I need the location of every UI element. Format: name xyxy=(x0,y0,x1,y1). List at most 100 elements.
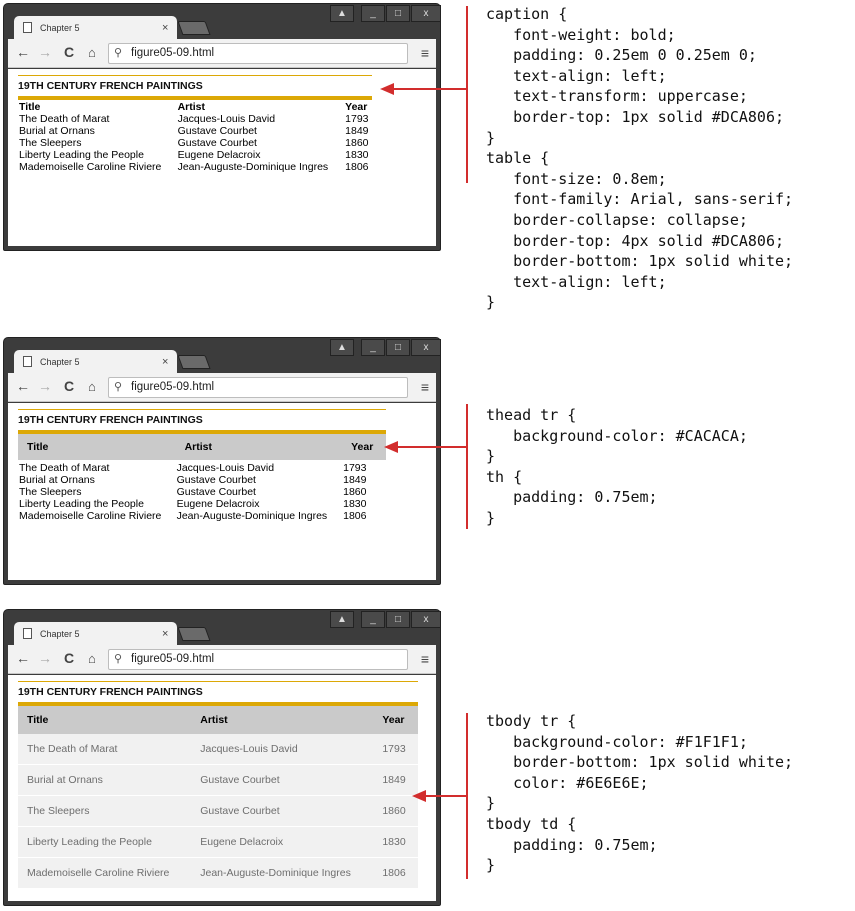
pointer-arrow-head-1 xyxy=(380,83,394,95)
address-bar[interactable]: ⚲ figure05-09.html xyxy=(108,377,408,398)
url-text: figure05-09.html xyxy=(131,653,215,665)
document-icon xyxy=(23,22,32,33)
cell-title: The Sleepers xyxy=(19,486,82,498)
cell-title: Mademoiselle Caroline Riviere xyxy=(27,867,170,879)
cell-title: Liberty Leading the People xyxy=(27,836,152,848)
new-tab-button[interactable] xyxy=(177,355,211,369)
pointer-arrow-head-2 xyxy=(384,441,398,453)
maximize-button[interactable]: □ xyxy=(386,5,410,22)
reload-icon[interactable]: C xyxy=(64,650,74,666)
address-bar[interactable]: ⚲ figure05-09.html xyxy=(108,649,408,670)
user-icon[interactable]: ▲ xyxy=(330,339,354,356)
home-icon[interactable]: ⌂ xyxy=(88,45,96,60)
back-arrow-icon[interactable]: ← xyxy=(16,44,30,60)
maximize-button[interactable]: □ xyxy=(386,339,410,356)
back-arrow-icon[interactable]: ← xyxy=(16,650,30,666)
table-caption: 19th Century French Paintings xyxy=(18,409,386,430)
tab-title: Chapter 5 xyxy=(40,357,80,367)
cell-year: 1806 xyxy=(382,867,406,879)
header-row: Title Artist Year xyxy=(18,704,418,734)
cell-title: Mademoiselle Caroline Riviere xyxy=(19,161,162,173)
table-caption: 19th Century French Paintings xyxy=(18,681,418,702)
menu-icon[interactable]: ≡ xyxy=(421,651,429,667)
reload-icon[interactable]: C xyxy=(64,378,74,394)
close-button[interactable]: x xyxy=(411,339,441,356)
home-icon[interactable]: ⌂ xyxy=(88,651,96,666)
document-icon xyxy=(23,356,32,367)
page-viewport: 19th Century French Paintings Title Arti… xyxy=(8,403,436,580)
close-button[interactable]: x xyxy=(411,611,441,628)
maximize-button[interactable]: □ xyxy=(386,611,410,628)
cell-artist: Jean-Auguste-Dominique Ingres xyxy=(177,161,329,173)
table-row: Burial at Ornans Gustave Courbet 1849 xyxy=(18,125,372,137)
user-icon[interactable]: ▲ xyxy=(330,5,354,22)
cell-year: 1830 xyxy=(382,836,406,848)
header-row: Title Artist Year xyxy=(18,98,372,113)
new-tab-button[interactable] xyxy=(177,627,211,641)
menu-icon[interactable]: ≡ xyxy=(421,45,429,61)
title-bar: Chapter 5 × ▲ _ □ x xyxy=(4,338,441,374)
cell-artist: Jean-Auguste-Dominique Ingres xyxy=(176,510,328,522)
new-tab-button[interactable] xyxy=(177,21,211,35)
tab-close-icon[interactable]: × xyxy=(162,16,168,40)
pointer-arrow-head-3 xyxy=(412,790,426,802)
forward-arrow-icon[interactable]: → xyxy=(38,44,52,60)
browser-toolbar: ← → C ⌂ ⚲ figure05-09.html ≡ xyxy=(8,39,436,68)
cell-year: 1806 xyxy=(345,161,369,173)
cell-year: 1793 xyxy=(345,113,369,125)
browser-tab[interactable]: Chapter 5 × xyxy=(14,350,177,374)
paintings-table: 19th Century French Paintings Title Arti… xyxy=(18,409,386,523)
menu-icon[interactable]: ≡ xyxy=(421,379,429,395)
url-text: figure05-09.html xyxy=(131,381,215,393)
header-title: Title xyxy=(27,441,49,453)
table-row: The Sleepers Gustave Courbet 1860 xyxy=(18,795,418,827)
minimize-button[interactable]: _ xyxy=(361,339,385,356)
header-year: Year xyxy=(351,441,374,453)
close-button[interactable]: x xyxy=(411,5,441,22)
reload-icon[interactable]: C xyxy=(64,44,74,60)
code-bracket-1 xyxy=(466,6,468,183)
page-viewport: 19th Century French Paintings Title Arti… xyxy=(8,69,436,246)
back-arrow-icon[interactable]: ← xyxy=(16,378,30,394)
browser-window-1: Chapter 5 × ▲ _ □ x ← → C ⌂ ⚲ figure05-0… xyxy=(3,3,441,251)
header-artist: Artist xyxy=(200,714,228,726)
cell-title: Liberty Leading the People xyxy=(19,149,144,161)
home-icon[interactable]: ⌂ xyxy=(88,379,96,394)
table-row: Burial at Ornans Gustave Courbet 1849 xyxy=(18,474,386,486)
forward-arrow-icon[interactable]: → xyxy=(38,378,52,394)
browser-tab[interactable]: Chapter 5 × xyxy=(14,622,177,646)
minimize-button[interactable]: _ xyxy=(361,611,385,628)
tab-close-icon[interactable]: × xyxy=(162,350,168,374)
pointer-arrow-line-1 xyxy=(386,88,466,90)
address-bar[interactable]: ⚲ figure05-09.html xyxy=(108,43,408,64)
cell-artist: Eugene Delacroix xyxy=(176,498,260,510)
cell-year: 1849 xyxy=(343,474,367,486)
header-year: Year xyxy=(382,714,405,726)
cell-year: 1849 xyxy=(345,125,369,137)
table-row: Burial at Ornans Gustave Courbet 1849 xyxy=(18,764,418,796)
cell-title: Burial at Ornans xyxy=(19,125,95,137)
tab-close-icon[interactable]: × xyxy=(162,622,168,646)
search-icon: ⚲ xyxy=(114,47,123,59)
table-row: Liberty Leading the People Eugene Delacr… xyxy=(18,826,418,858)
header-row: Title Artist Year xyxy=(18,432,386,460)
table-row: The Death of Marat Jacques-Louis David 1… xyxy=(18,734,418,765)
paintings-table: 19th Century French Paintings Title Arti… xyxy=(18,75,372,174)
browser-toolbar: ← → C ⌂ ⚲ figure05-09.html ≡ xyxy=(8,645,436,674)
cell-year: 1793 xyxy=(382,743,406,755)
table-caption: 19th Century French Paintings xyxy=(18,75,372,96)
cell-title: The Sleepers xyxy=(27,805,90,817)
cell-title: Burial at Ornans xyxy=(19,474,95,486)
cell-artist: Gustave Courbet xyxy=(200,805,280,817)
code-bracket-3 xyxy=(466,713,468,879)
cell-year: 1806 xyxy=(343,510,367,522)
browser-toolbar: ← → C ⌂ ⚲ figure05-09.html ≡ xyxy=(8,373,436,402)
forward-arrow-icon[interactable]: → xyxy=(38,650,52,666)
browser-tab[interactable]: Chapter 5 × xyxy=(14,16,177,40)
user-icon[interactable]: ▲ xyxy=(330,611,354,628)
minimize-button[interactable]: _ xyxy=(361,5,385,22)
cell-artist: Gustave Courbet xyxy=(176,486,256,498)
cell-artist: Jean-Auguste-Dominique Ingres xyxy=(200,867,351,879)
table-row: Liberty Leading the People Eugene Delacr… xyxy=(18,498,386,510)
cell-year: 1830 xyxy=(345,149,369,161)
